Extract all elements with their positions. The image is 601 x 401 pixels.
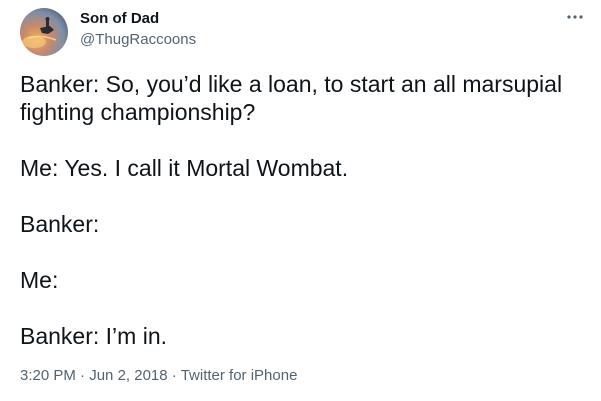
more-options-button[interactable] (558, 6, 592, 28)
tweet-metadata: 3:20 PM · Jun 2, 2018 · Twitter for iPho… (20, 367, 297, 385)
tweet-line: Me: (20, 267, 59, 293)
avatar-image (20, 8, 68, 56)
author-handle[interactable]: @ThugRaccoons (80, 31, 196, 49)
tweet-line: Me: Yes. I call it Mortal Wombat. (20, 155, 349, 181)
tweet-date[interactable]: Jun 2, 2018 (89, 367, 167, 384)
tweet-time[interactable]: 3:20 PM (20, 367, 76, 384)
author-display-name[interactable]: Son of Dad (80, 10, 159, 28)
more-horizontal-icon (567, 15, 583, 19)
meta-separator: · (80, 367, 86, 384)
avatar[interactable] (20, 8, 68, 56)
tweet-line: Banker: So, you’d like a loan, to start … (20, 71, 563, 125)
tweet-source[interactable]: Twitter for iPhone (181, 367, 298, 384)
tweet-text: Banker: So, you’d like a loan, to start … (20, 70, 580, 350)
meta-separator: · (171, 367, 177, 384)
tweet-line: Banker: (20, 211, 100, 237)
tweet-line: Banker: I’m in. (20, 323, 167, 349)
tweet-card: Son of Dad @ThugRaccoons Banker: So, you… (0, 0, 601, 401)
